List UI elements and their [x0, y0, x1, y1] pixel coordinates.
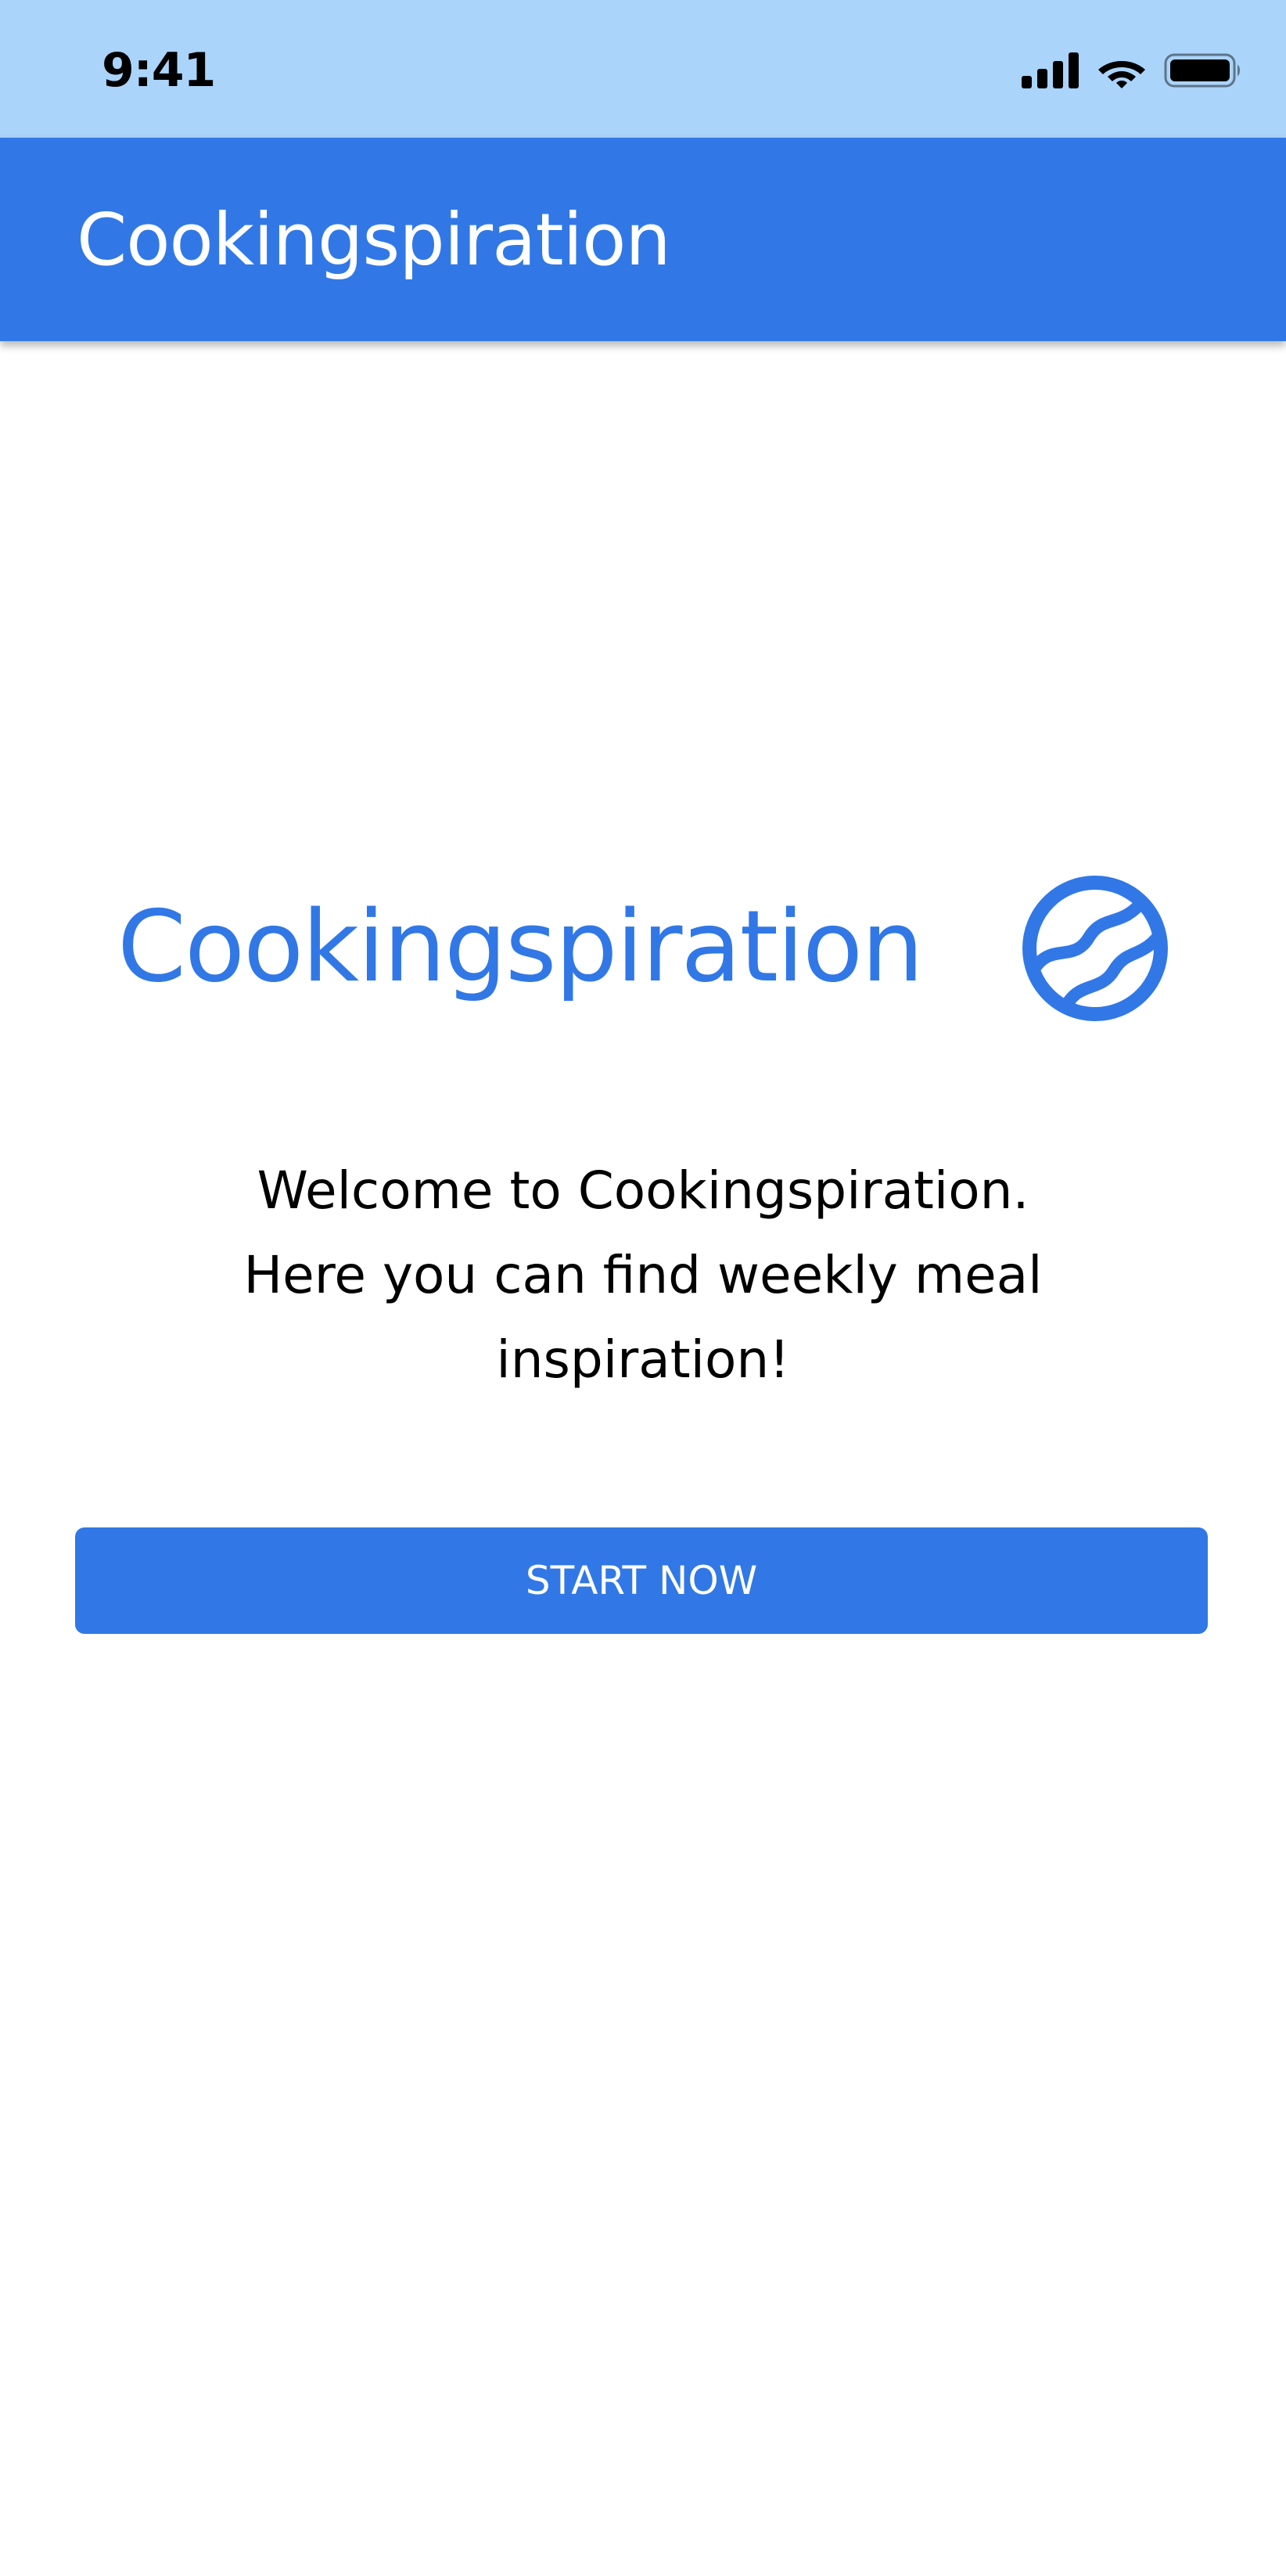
status-icons: [1022, 50, 1242, 94]
logo-circle-waves-icon: [1018, 872, 1172, 1025]
logo: Cookingspiration: [117, 869, 1173, 1025]
start-now-button-label: START NOW: [525, 1558, 758, 1603]
wifi-icon: [1097, 52, 1147, 92]
app-bar: Cookingspiration: [0, 138, 1286, 341]
start-now-button[interactable]: START NOW: [75, 1527, 1208, 1634]
welcome-screen: 9:41 Cookingspiration Cookingspiration W…: [0, 0, 1286, 2576]
logo-text: Cookingspiration: [117, 889, 924, 1004]
app-bar-title: Cookingspiration: [77, 198, 671, 282]
status-time: 9:41: [102, 43, 216, 98]
battery-icon: [1164, 52, 1242, 92]
welcome-line-2: Here you can find weekly meal: [243, 1245, 1043, 1305]
welcome-line-1: Welcome to Cookingspiration.: [257, 1160, 1029, 1221]
welcome-text: Welcome to Cookingspiration. Here you ca…: [125, 1149, 1161, 1402]
signal-icon: [1022, 52, 1079, 92]
welcome-line-3: inspiration!: [496, 1329, 790, 1390]
status-bar: 9:41: [0, 0, 1286, 138]
